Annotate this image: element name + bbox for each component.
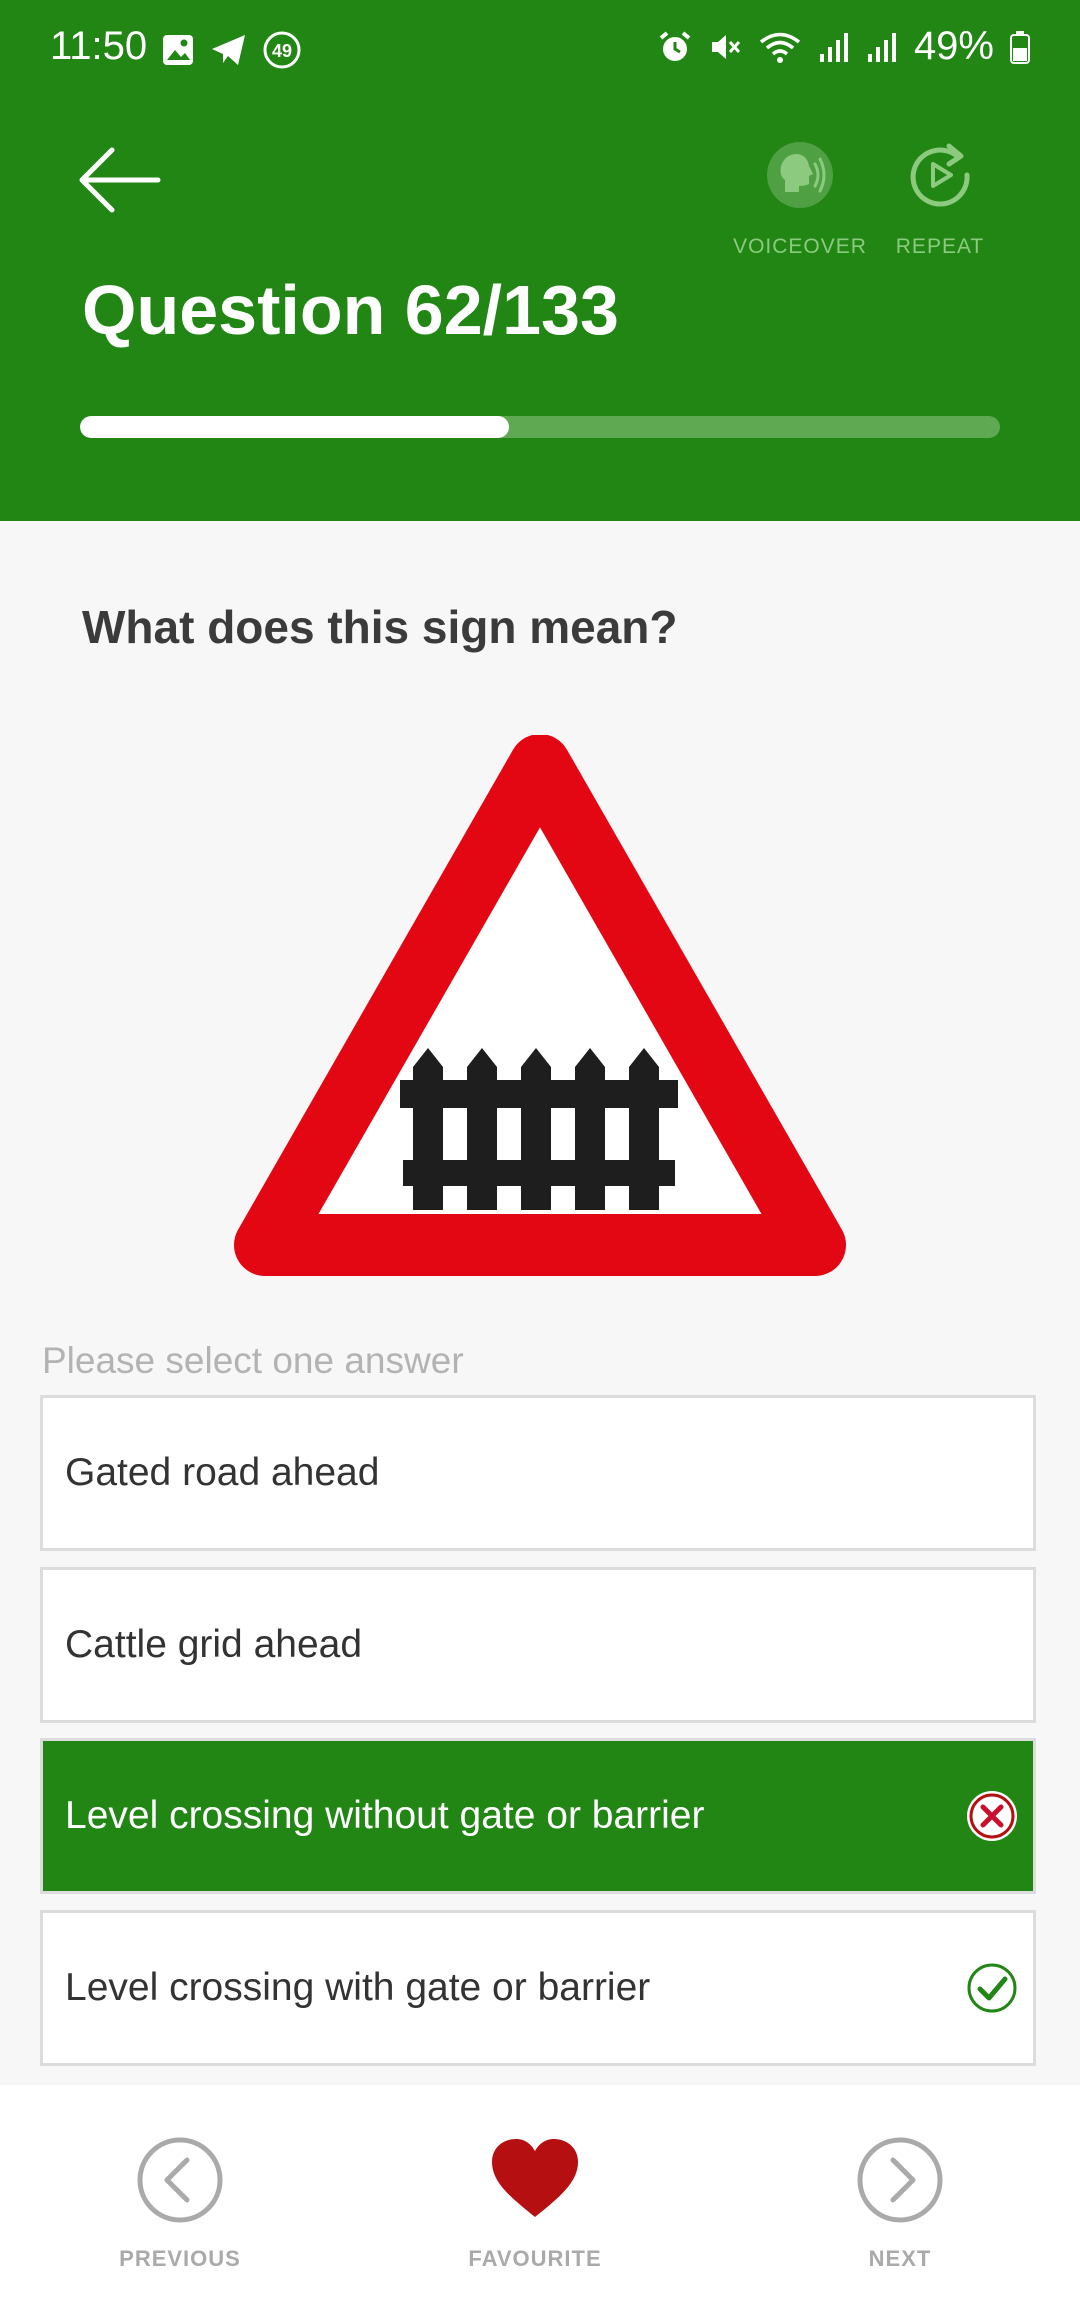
voiceover-icon <box>767 142 833 208</box>
mute-icon <box>711 34 741 59</box>
battery-percent: 49% <box>913 24 994 68</box>
telegram-icon <box>212 35 245 65</box>
favourite-button[interactable]: FAVOURITE <box>455 2135 615 2272</box>
favourite-label: FAVOURITE <box>468 2246 602 2271</box>
answer-label: Level crossing with gate or barrier <box>65 1966 651 2009</box>
status-right: 49% <box>658 24 1030 69</box>
gate-icon <box>400 1048 678 1210</box>
notification-count-badge: 49 <box>263 31 301 69</box>
previous-button[interactable]: PREVIOUS <box>100 2135 260 2272</box>
correct-answer-icon <box>967 1963 1017 2013</box>
chevron-right-icon <box>857 2137 943 2223</box>
answer-label: Cattle grid ahead <box>65 1623 363 1666</box>
signal-icon-2 <box>867 32 896 62</box>
gallery-icon <box>163 35 193 65</box>
status-bar: 11:50 49 49% <box>0 0 1080 96</box>
voiceover-button[interactable]: VOICEOVER <box>730 140 870 259</box>
alarm-icon <box>659 30 691 61</box>
progress-bar <box>80 416 1000 438</box>
answer-option-4[interactable]: Level crossing with gate or barrier <box>40 1910 1036 2066</box>
next-label: NEXT <box>868 2246 932 2271</box>
previous-label: PREVIOUS <box>119 2246 241 2271</box>
bottom-navigation: PREVIOUS FAVOURITE NEXT <box>0 2085 1080 2316</box>
progress-fill <box>80 416 509 438</box>
answer-option-1[interactable]: Gated road ahead <box>40 1395 1036 1551</box>
status-left-icons: 49 <box>160 30 302 70</box>
answer-label: Gated road ahead <box>65 1451 380 1494</box>
wifi-icon <box>759 32 801 63</box>
answer-hint: Please select one answer <box>42 1340 464 1381</box>
chevron-left-icon <box>137 2137 223 2223</box>
page-title: Question 62/133 <box>82 271 619 349</box>
signal-icon <box>819 32 848 62</box>
battery-icon <box>1010 30 1030 64</box>
status-time: 11:50 <box>50 24 148 68</box>
repeat-button[interactable]: REPEAT <box>880 140 1000 259</box>
heart-icon <box>492 2139 578 2217</box>
arrow-left-icon <box>79 147 161 213</box>
replay-icon <box>910 143 970 207</box>
level-crossing-sign <box>234 735 846 1276</box>
header: 11:50 49 49% VOICEOVER REPEAT Question 6… <box>0 0 1080 521</box>
wrong-answer-icon <box>967 1791 1017 1841</box>
repeat-label: REPEAT <box>895 235 985 258</box>
answer-option-3[interactable]: Level crossing without gate or barrier <box>40 1738 1036 1894</box>
answer-label: Level crossing without gate or barrier <box>65 1794 705 1837</box>
question-text: What does this sign mean? <box>82 601 678 653</box>
svg-text:49: 49 <box>272 41 292 61</box>
next-button[interactable]: NEXT <box>820 2135 980 2272</box>
voiceover-label: VOICEOVER <box>733 235 867 258</box>
answer-option-2[interactable]: Cattle grid ahead <box>40 1567 1036 1723</box>
back-button[interactable] <box>76 140 166 220</box>
